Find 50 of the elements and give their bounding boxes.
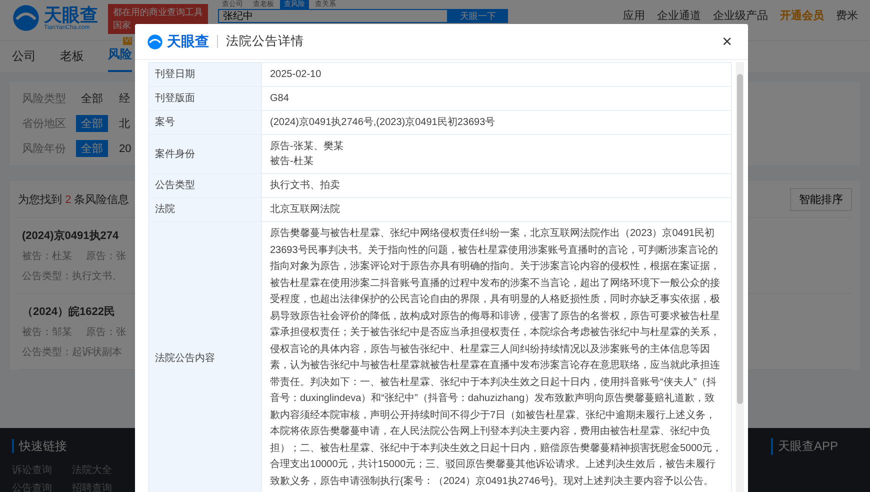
field-label: 刊登日期 bbox=[148, 62, 262, 86]
field-value: 执行文书、拍卖 bbox=[262, 174, 732, 198]
filter-option[interactable]: 北 bbox=[114, 115, 135, 132]
result-meta: 原告：张 bbox=[86, 250, 126, 263]
scrollbar[interactable] bbox=[736, 62, 744, 492]
close-button[interactable]: × bbox=[718, 32, 736, 52]
results-summary: 为您找到 2 条风险信息 bbox=[18, 192, 130, 206]
field-label: 公告类型 bbox=[148, 174, 262, 198]
filter-option[interactable]: 经 bbox=[114, 90, 135, 107]
sort-dropdown[interactable]: 智能排序 bbox=[790, 188, 852, 210]
user-name[interactable]: 费米 bbox=[836, 8, 858, 23]
footer-heading: 快速链接 bbox=[12, 439, 67, 453]
nav-link[interactable]: 企业级产品 bbox=[713, 8, 768, 23]
category-tab[interactable]: 老板 bbox=[60, 48, 84, 72]
field-value: (2024)京0491执2746号,(2023)京0491民初23693号 bbox=[262, 110, 732, 134]
search-button[interactable]: 天眼一下 bbox=[448, 9, 508, 23]
field-label: 法院 bbox=[148, 198, 262, 222]
result-title[interactable]: (2024)京0491执274 bbox=[22, 228, 119, 243]
field-value: 2025-02-10 bbox=[262, 62, 732, 86]
field-value: G84 bbox=[262, 86, 732, 110]
field-value: 原告-张某、樊某 被告-杜某 bbox=[262, 134, 732, 174]
field-label: 案件身份 bbox=[148, 134, 262, 174]
logo-text: 天眼查 bbox=[44, 5, 98, 25]
filter-label: 风险年份 bbox=[22, 142, 67, 156]
nav-link[interactable]: 企业通道 bbox=[657, 8, 701, 23]
filter-option[interactable]: 全部 bbox=[76, 140, 108, 157]
result-title[interactable]: （2024）皖1622民 bbox=[22, 304, 115, 319]
footer-heading: 天眼查APP bbox=[770, 438, 838, 455]
result-meta: 被告：杜某 bbox=[22, 250, 72, 263]
field-label: 法院公告内容 bbox=[148, 222, 262, 492]
result-type: 公告类型：起诉状副本 bbox=[22, 346, 122, 359]
filter-option[interactable]: 全部 bbox=[76, 115, 108, 132]
result-type: 公告类型：执行文书、 bbox=[22, 270, 122, 283]
search-field[interactable]: 张纪中 bbox=[218, 9, 448, 23]
logo-text: 天眼查 bbox=[167, 32, 209, 50]
field-label: 案号 bbox=[148, 110, 262, 134]
nav-link[interactable]: 应用 bbox=[623, 8, 645, 23]
field-label: 刊登版面 bbox=[148, 86, 262, 110]
eye-logo-icon bbox=[147, 34, 163, 50]
category-tab[interactable]: 公司 bbox=[12, 48, 36, 72]
eye-logo-icon bbox=[12, 4, 40, 32]
filter-option[interactable]: 全部 bbox=[76, 90, 108, 107]
filter-option[interactable]: 20 bbox=[114, 142, 136, 156]
filter-label: 风险类型 bbox=[22, 92, 67, 106]
result-meta: 被告：邹某 bbox=[22, 326, 72, 339]
filter-label: 省份地区 bbox=[22, 117, 67, 131]
category-tab[interactable]: 风险 bbox=[108, 46, 132, 72]
dialog-title: 法院公告详情 bbox=[226, 33, 304, 50]
result-meta: 原告：张 bbox=[86, 326, 126, 339]
field-value: 北京互联网法院 bbox=[262, 198, 732, 222]
